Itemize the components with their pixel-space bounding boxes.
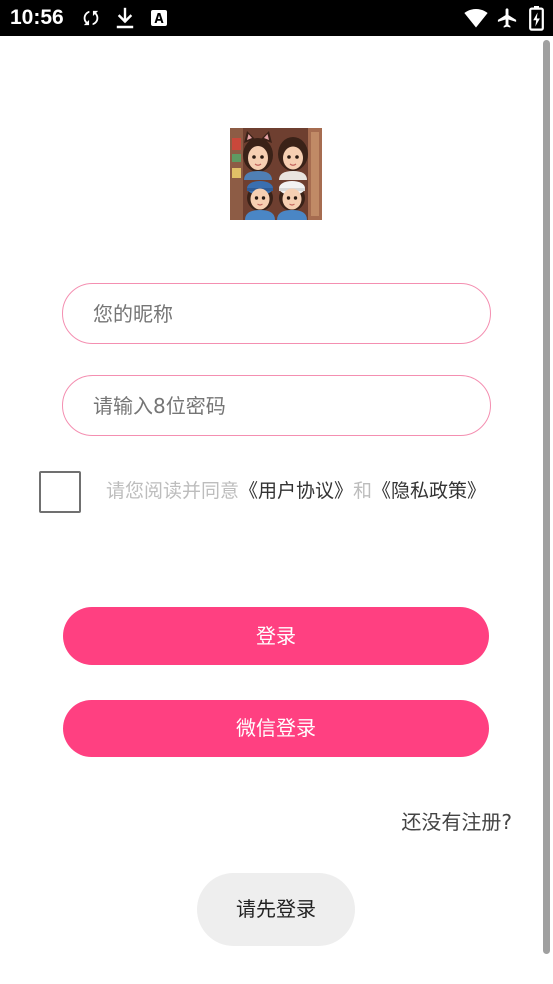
privacy-policy-link[interactable]: 《隐私政策》 [372,480,486,502]
scrollbar-thumb[interactable] [543,40,550,954]
battery-charging-icon [529,5,544,31]
toast-message: 请先登录 [197,873,355,946]
airplane-mode-icon [496,6,519,30]
status-time: 10:56 [10,6,64,29]
app-logo-illustration [230,128,322,220]
wifi-icon [463,7,489,29]
sync-icon [80,6,102,30]
wechat-login-button[interactable]: 微信登录 [63,700,489,757]
status-bar: 10:56 [0,0,553,36]
agreement-conjunction: 和 [353,480,373,502]
password-field[interactable] [62,375,491,436]
app-logo [230,128,322,220]
agreement-checkbox[interactable] [39,471,81,513]
logo-figure-top-right [278,137,308,180]
agreement-text: 请您阅读并同意《用户协议》和《隐私政策》 [106,478,486,504]
nickname-field[interactable] [62,283,491,344]
login-button[interactable]: 登录 [63,607,489,665]
password-input[interactable] [63,376,490,435]
logo-figure-bottom-left [245,181,275,220]
user-agreement-link[interactable]: 《用户协议》 [239,480,353,502]
download-icon [115,7,135,29]
logo-figure-bottom-right [277,181,307,220]
agreement-prefix: 请您阅读并同意 [106,480,240,502]
nickname-input[interactable] [63,284,490,343]
register-link[interactable]: 还没有注册? [401,808,512,836]
logo-background [230,128,322,220]
a-box-icon [151,10,167,26]
